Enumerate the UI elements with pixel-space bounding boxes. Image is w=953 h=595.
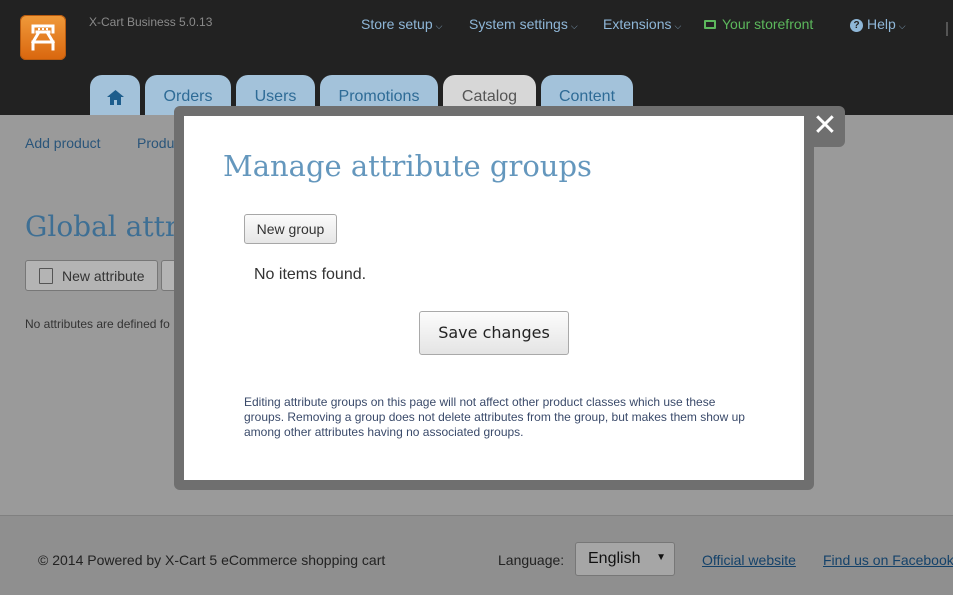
version-label: X-Cart Business 5.0.13	[89, 15, 213, 29]
footer: © 2014 Powered by X-Cart 5 eCommerce sho…	[0, 515, 953, 595]
home-icon	[107, 90, 124, 105]
new-attribute-label: New attribute	[62, 268, 145, 284]
no-attributes-text: No attributes are defined fo	[25, 317, 170, 331]
close-icon[interactable]: ✕	[812, 111, 838, 141]
facebook-link[interactable]: Find us on Facebook	[823, 552, 953, 568]
dialog-title: Manage attribute groups	[223, 149, 592, 183]
nav-system-settings[interactable]: System settings ⌵	[469, 16, 578, 32]
empty-list-text: No items found.	[254, 266, 367, 283]
products-link[interactable]: Produ	[137, 135, 174, 151]
chevron-down-icon: ⌵	[898, 21, 906, 31]
language-label: Language:	[498, 552, 565, 568]
nav-store-setup[interactable]: Store setup ⌵	[361, 16, 442, 32]
new-attribute-button[interactable]: New attribute	[25, 260, 158, 291]
save-changes-button[interactable]: Save changes	[419, 311, 569, 355]
official-website-link[interactable]: Official website	[702, 552, 796, 568]
page-title: Global attr	[25, 210, 179, 243]
nav-storefront[interactable]: Your storefront	[704, 16, 813, 32]
language-select[interactable]: English ▼	[575, 542, 675, 576]
help-icon: ?	[850, 19, 863, 32]
language-value: English	[588, 550, 641, 567]
chevron-down-icon: ⌵	[674, 21, 682, 31]
nav-extensions-label: Extensions	[603, 16, 672, 32]
chevron-down-icon: ⌵	[435, 21, 443, 31]
help-label: Help	[867, 16, 896, 32]
nav-store-setup-label: Store setup	[361, 16, 433, 32]
manage-attribute-groups-dialog: Manage attribute groups New group No ite…	[184, 116, 804, 480]
nav-extensions[interactable]: Extensions ⌵	[603, 16, 681, 32]
header-bar: X-Cart Business 5.0.13 Store setup ⌵ Syst…	[0, 0, 953, 117]
nav-system-settings-label: System settings	[469, 16, 568, 32]
chevron-down-icon: ⌵	[570, 21, 578, 31]
storefront-label: Your storefront	[722, 16, 814, 32]
tab-home[interactable]	[90, 75, 140, 117]
nav-help[interactable]: ? Help ⌵	[850, 16, 906, 32]
attribute-icon	[39, 268, 53, 284]
dialog-note: Editing attribute groups on this page wi…	[244, 395, 745, 439]
new-group-button[interactable]: New group	[244, 214, 337, 244]
add-product-link[interactable]: Add product	[25, 135, 101, 151]
chevron-down-icon: ▼	[656, 552, 666, 563]
monitor-icon	[704, 20, 716, 29]
copyright-text: © 2014 Powered by X-Cart 5 eCommerce sho…	[38, 552, 386, 568]
x-cart-logo-icon[interactable]	[20, 15, 66, 60]
nav-divider	[946, 22, 948, 36]
